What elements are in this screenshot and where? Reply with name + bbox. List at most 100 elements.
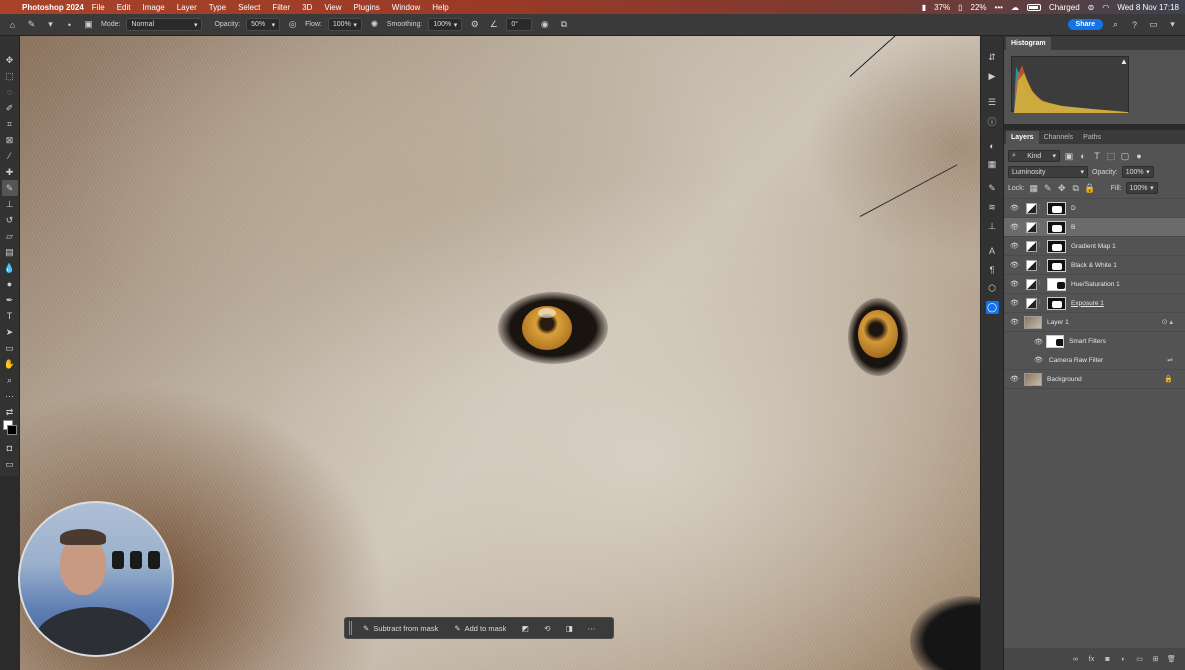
- camera-raw-filter-row[interactable]: 👁 Camera Raw Filter ⇌: [1004, 351, 1185, 370]
- filter-type-icon[interactable]: T: [1092, 150, 1102, 163]
- battery-icon[interactable]: [1026, 3, 1041, 11]
- smoothing-gear-icon[interactable]: ⚙: [468, 18, 481, 31]
- airbrush-icon[interactable]: ✺: [368, 18, 381, 31]
- link-icon[interactable]: ⁞: [1039, 224, 1045, 230]
- brush-tool-icon[interactable]: ✎: [1, 180, 18, 196]
- lasso-tool-icon[interactable]: ◌: [2, 84, 18, 100]
- color-icon[interactable]: ◐: [986, 139, 999, 152]
- layer-row[interactable]: 👁 ⁞ B: [1004, 218, 1185, 237]
- type-tool-icon[interactable]: T: [2, 308, 18, 324]
- healing-brush-tool-icon[interactable]: ✚: [2, 164, 18, 180]
- hand-tool-icon[interactable]: ✋: [2, 356, 18, 372]
- menu-help[interactable]: Help: [432, 3, 448, 12]
- home-icon[interactable]: ⌂: [6, 18, 19, 31]
- menu-filter[interactable]: Filter: [272, 3, 290, 12]
- fill-field[interactable]: 100% ▾: [1125, 182, 1158, 194]
- filter-blending-options-icon[interactable]: ⇌: [1167, 356, 1173, 364]
- filter-smart-object-icon[interactable]: ▢: [1120, 150, 1130, 163]
- drag-handle[interactable]: [349, 621, 352, 635]
- layer-style-fx-icon[interactable]: fx: [1086, 654, 1097, 665]
- control-center-icon[interactable]: ⊜: [1088, 3, 1095, 12]
- cache-warning-icon[interactable]: ▲: [1120, 57, 1128, 66]
- share-button[interactable]: Share: [1067, 19, 1103, 30]
- smart-filter-mask-thumbnail[interactable]: [1046, 335, 1064, 348]
- visibility-eye-icon[interactable]: 👁: [1010, 318, 1020, 326]
- menu-edit[interactable]: Edit: [117, 3, 131, 12]
- menu-select[interactable]: Select: [238, 3, 260, 12]
- brush-settings-icon[interactable]: ▣: [82, 18, 95, 31]
- lock-icon[interactable]: 🔒: [1164, 375, 1173, 383]
- menu-layer[interactable]: Layer: [177, 3, 197, 12]
- filter-toggle-icon[interactable]: ●: [1134, 150, 1144, 163]
- visibility-eye-icon[interactable]: 👁: [1010, 242, 1020, 250]
- blend-mode-select[interactable]: Luminosity ▾: [1008, 166, 1088, 178]
- visibility-eye-icon[interactable]: 👁: [1010, 375, 1020, 383]
- new-group-icon[interactable]: ▭: [1134, 654, 1145, 665]
- menu-window[interactable]: Window: [392, 3, 420, 12]
- blur-tool-icon[interactable]: 💧: [2, 260, 18, 276]
- layer-row[interactable]: 👁 ⁞ Exposure 1: [1004, 294, 1185, 313]
- smart-filter-indicator-icon[interactable]: ⊙ ▴: [1162, 318, 1173, 326]
- workspace-icon[interactable]: ▭: [1147, 18, 1160, 31]
- edit-toolbar-icon[interactable]: ⋯: [2, 388, 18, 404]
- brushes-icon[interactable]: ✎: [986, 182, 999, 195]
- lock-all-icon[interactable]: 🔒: [1084, 182, 1095, 195]
- add-to-mask-button[interactable]: ✎ Add to mask: [449, 622, 511, 635]
- clone-stamp-tool-icon[interactable]: ⊥: [2, 196, 18, 212]
- paragraph-icon[interactable]: ¶: [986, 263, 999, 276]
- layer-opacity-field[interactable]: 100% ▾: [1121, 166, 1154, 178]
- move-tool-icon[interactable]: ✥: [2, 52, 18, 68]
- search-icon[interactable]: ⌕: [1109, 18, 1122, 31]
- link-icon[interactable]: ⁞: [1039, 243, 1045, 249]
- more-options-icon[interactable]: ⋯: [583, 622, 599, 635]
- brush-preset-icon[interactable]: ✎: [25, 18, 38, 31]
- symmetry-icon[interactable]: ⧉: [557, 18, 570, 31]
- swatches-icon[interactable]: ▦: [986, 158, 999, 171]
- path-select-tool-icon[interactable]: ➤: [2, 324, 18, 340]
- dodge-tool-icon[interactable]: ●: [2, 276, 18, 292]
- datetime[interactable]: Wed 8 Nov 17:18: [1117, 3, 1179, 12]
- crop-tool-icon[interactable]: ⌗: [2, 116, 18, 132]
- history-icon[interactable]: ⇵: [986, 51, 999, 64]
- layer-mask-thumbnail[interactable]: [1047, 296, 1066, 310]
- cloud-icon[interactable]: ☁: [1011, 3, 1019, 12]
- new-layer-icon[interactable]: ⊞: [1150, 654, 1161, 665]
- layer-row[interactable]: 👁 Layer 1 ⊙ ▴: [1004, 313, 1185, 332]
- 3d-icon[interactable]: ⬡: [986, 282, 999, 295]
- link-icon[interactable]: ⁞: [1039, 281, 1045, 287]
- layer-row[interactable]: 👁 ⁞ D: [1004, 199, 1185, 218]
- quick-mask-icon[interactable]: ◘: [2, 440, 18, 456]
- smoothing-field[interactable]: 100% ▾: [428, 18, 463, 31]
- layer-row[interactable]: 👁 ⁞ Hue/Saturation 1: [1004, 275, 1185, 294]
- frame-tool-icon[interactable]: ⊠: [2, 132, 18, 148]
- smart-filters-row[interactable]: 👁 Smart Filters: [1004, 332, 1185, 351]
- more-icon[interactable]: •••: [995, 3, 1003, 12]
- menu-image[interactable]: Image: [142, 3, 164, 12]
- filter-pixel-icon[interactable]: ▣: [1064, 150, 1074, 163]
- info-icon[interactable]: ⓘ: [986, 115, 999, 128]
- link-layers-icon[interactable]: ∞: [1070, 654, 1081, 665]
- menu-3d[interactable]: 3D: [302, 3, 312, 12]
- background-color[interactable]: [6, 425, 17, 435]
- character-icon[interactable]: A: [986, 244, 999, 257]
- gradient-tool-icon[interactable]: ▤: [2, 244, 18, 260]
- app-name[interactable]: Photoshop 2024: [22, 3, 84, 12]
- eraser-tool-icon[interactable]: ▱: [2, 228, 18, 244]
- subtract-from-mask-button[interactable]: ✎ Subtract from mask: [358, 622, 443, 635]
- properties-icon[interactable]: ◯: [985, 301, 999, 314]
- eyedropper-tool-icon[interactable]: ⁄: [2, 148, 18, 164]
- visibility-eye-icon[interactable]: 👁: [1010, 223, 1020, 231]
- screen-mode-icon[interactable]: ▭: [2, 456, 18, 472]
- rectangle-tool-icon[interactable]: ▭: [2, 340, 18, 356]
- swap-colors-icon[interactable]: ⇄: [2, 404, 18, 420]
- pressure-size-icon[interactable]: ◉: [538, 18, 551, 31]
- layer-mask-thumbnail[interactable]: [1047, 201, 1066, 215]
- history-brush-tool-icon[interactable]: ↺: [2, 212, 18, 228]
- invert-mask-icon[interactable]: ⟲: [539, 622, 555, 635]
- tab-histogram[interactable]: Histogram: [1006, 37, 1051, 50]
- visibility-eye-icon[interactable]: 👁: [1034, 356, 1044, 364]
- pen-tool-icon[interactable]: ✒: [2, 292, 18, 308]
- clone-source-icon[interactable]: ⊥: [986, 220, 999, 233]
- chevron-down-icon[interactable]: ▾: [44, 18, 57, 31]
- layer-row[interactable]: 👁 Background 🔒: [1004, 370, 1185, 389]
